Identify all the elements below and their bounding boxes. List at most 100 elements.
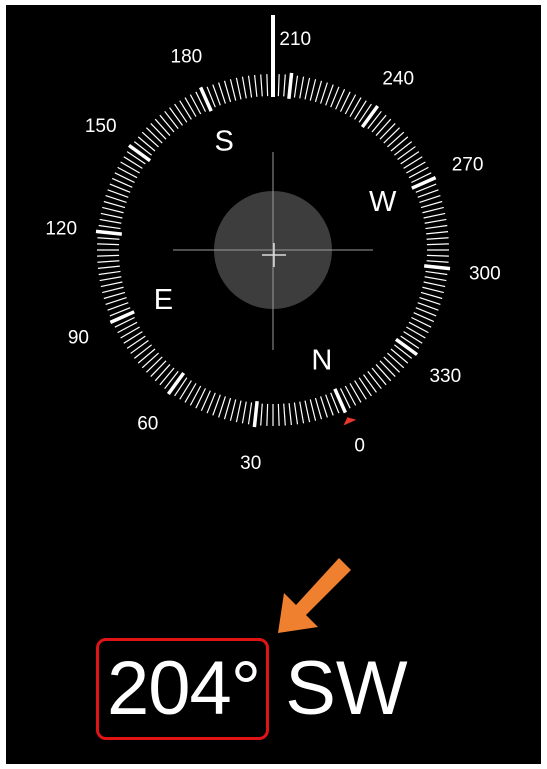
degree-label-120: 120 <box>45 219 77 240</box>
minor-tick <box>223 397 232 420</box>
minor-tick <box>314 397 323 420</box>
minor-tick <box>304 77 311 100</box>
minor-tick <box>98 224 121 230</box>
major-tick <box>394 337 419 357</box>
minor-tick <box>103 200 126 209</box>
minor-tick <box>154 364 171 382</box>
degree-label-240: 240 <box>382 69 414 90</box>
minor-tick <box>100 281 123 288</box>
minor-tick <box>349 97 362 117</box>
minor-tick <box>299 401 305 424</box>
minor-tick <box>390 348 409 364</box>
minor-tick <box>354 380 367 400</box>
minor-tick <box>406 326 426 339</box>
minor-tick <box>387 131 405 148</box>
minor-tick <box>393 141 413 156</box>
minor-tick <box>425 224 448 230</box>
minor-tick <box>169 107 183 126</box>
minor-tick <box>325 394 334 416</box>
minor-tick <box>325 84 334 106</box>
heading-direction: SW <box>285 646 408 731</box>
minor-tick <box>120 326 140 339</box>
minor-tick <box>212 394 221 416</box>
minor-tick <box>123 156 143 169</box>
minor-tick <box>379 122 396 140</box>
minor-tick <box>247 75 253 98</box>
degree-label-150: 150 <box>85 116 117 137</box>
minor-tick <box>387 352 405 369</box>
minor-tick <box>235 77 242 100</box>
minor-tick <box>184 383 197 403</box>
minor-tick <box>371 114 387 133</box>
minor-tick <box>133 344 153 359</box>
heading-degrees: 204° <box>107 646 261 731</box>
minor-tick <box>150 360 167 378</box>
major-tick <box>333 388 347 414</box>
minor-tick <box>154 118 171 136</box>
minor-tick <box>99 218 122 224</box>
minor-tick <box>426 237 449 240</box>
minor-tick <box>423 212 446 219</box>
minor-tick <box>419 297 441 305</box>
minor-tick <box>130 340 149 354</box>
minor-tick <box>97 265 120 269</box>
minor-tick <box>424 276 447 282</box>
minor-tick <box>241 401 247 424</box>
minor-tick <box>159 367 175 386</box>
major-tick <box>95 229 123 236</box>
minor-tick <box>107 302 129 311</box>
minor-tick <box>266 74 269 97</box>
minor-tick <box>247 402 253 425</box>
cardinal-E: E <box>154 284 173 316</box>
minor-tick <box>354 100 367 120</box>
major-tick <box>127 143 152 163</box>
minor-tick <box>383 356 401 373</box>
minor-tick <box>260 403 263 426</box>
minor-tick <box>406 161 426 174</box>
minor-tick <box>102 286 124 294</box>
minor-tick <box>174 103 188 123</box>
minor-tick <box>126 335 146 349</box>
minor-tick <box>299 76 305 99</box>
minor-tick <box>99 276 122 282</box>
minor-tick <box>218 82 226 104</box>
minor-tick <box>141 131 159 148</box>
minor-tick <box>349 383 362 403</box>
minor-tick <box>304 400 311 423</box>
major-tick <box>411 176 437 190</box>
minor-tick <box>277 74 280 97</box>
minor-tick <box>120 161 140 174</box>
minor-tick <box>97 260 120 263</box>
minor-tick <box>314 80 323 103</box>
minor-tick <box>107 189 129 198</box>
minor-tick <box>229 79 237 101</box>
minor-tick <box>426 254 449 257</box>
minor-tick <box>390 136 409 152</box>
minor-tick <box>320 82 328 104</box>
minor-tick <box>423 281 446 288</box>
minor-tick <box>105 297 127 305</box>
minor-tick <box>309 399 317 421</box>
minor-tick <box>293 75 299 98</box>
minor-tick <box>137 348 156 364</box>
minor-tick <box>159 114 175 133</box>
minor-tick <box>145 127 163 144</box>
minor-tick <box>283 74 286 97</box>
degree-label-0: 0 <box>354 436 365 457</box>
minor-tick <box>179 380 192 400</box>
minor-tick <box>229 399 237 421</box>
minor-tick <box>254 74 258 97</box>
minor-tick <box>367 370 382 390</box>
major-tick <box>423 264 451 271</box>
minor-tick <box>97 254 120 257</box>
minor-tick <box>223 80 232 103</box>
minor-tick <box>164 110 179 130</box>
minor-tick <box>98 270 121 276</box>
major-tick <box>109 310 135 324</box>
major-tick <box>360 104 380 129</box>
degree-label-270: 270 <box>452 154 484 175</box>
minor-tick <box>145 356 163 373</box>
degree-label-30: 30 <box>240 453 261 474</box>
minor-tick <box>363 374 377 393</box>
minor-tick <box>379 360 396 378</box>
